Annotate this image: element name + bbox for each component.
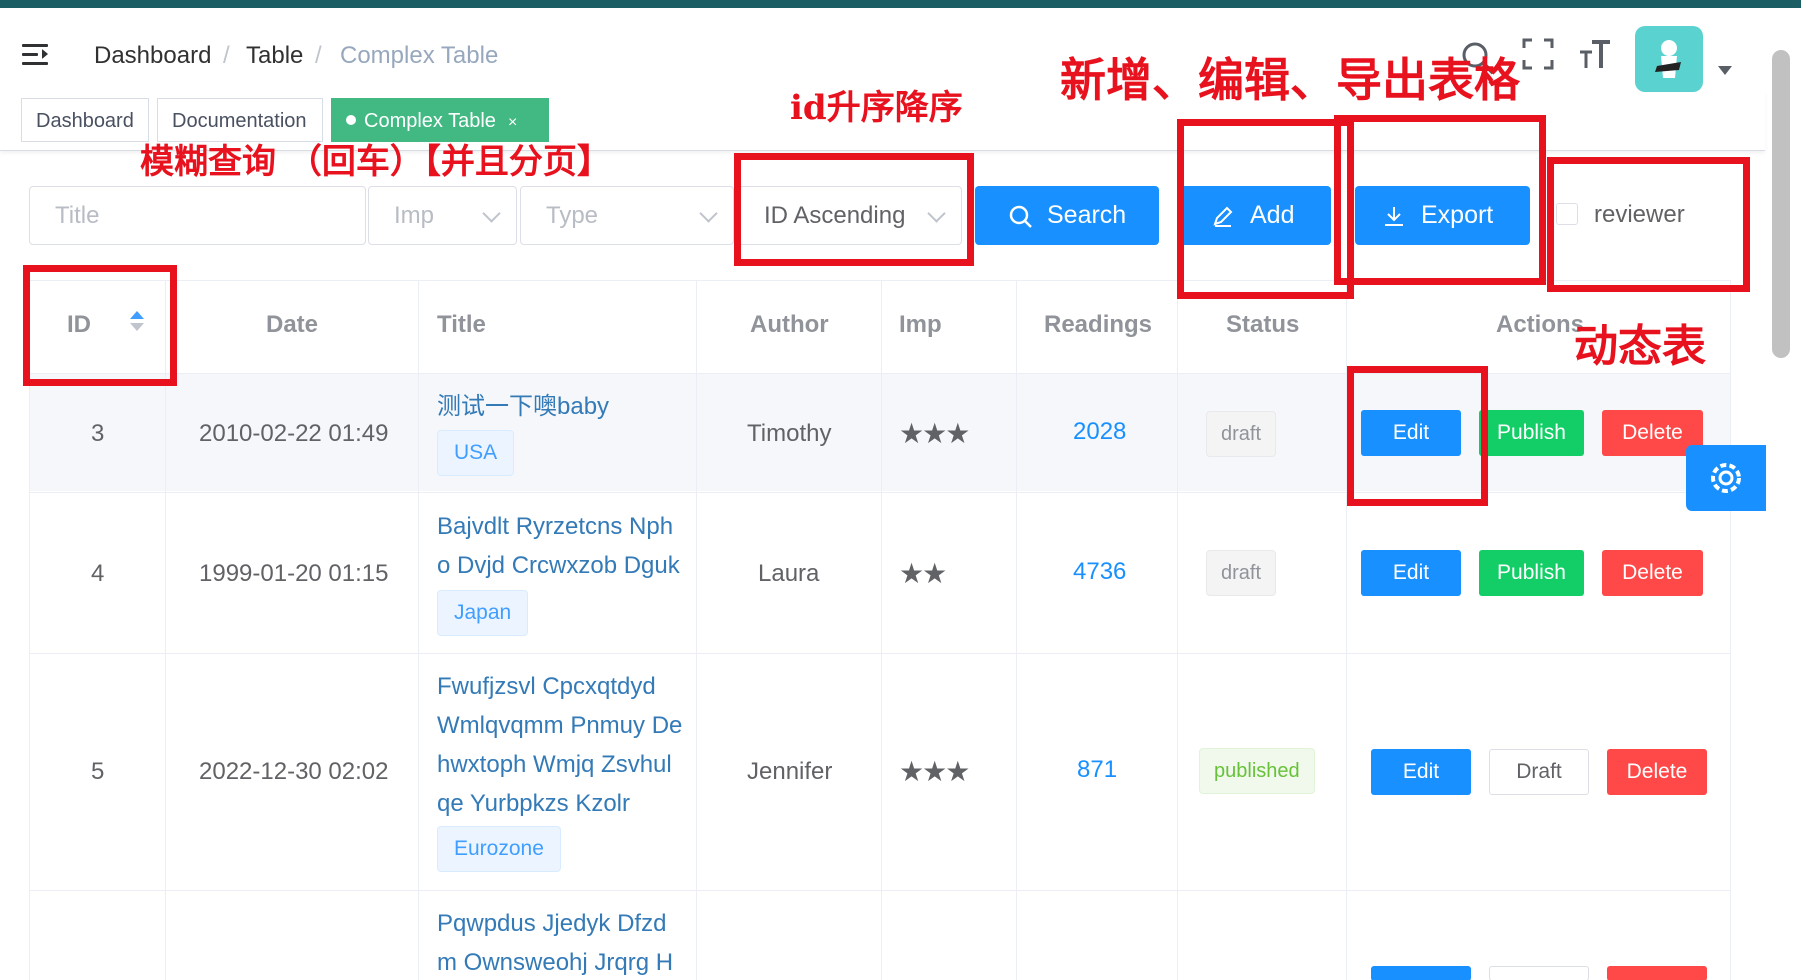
- cell-title-link[interactable]: Pqwpdus Jjedyk Dfzd: [437, 904, 666, 943]
- status-badge: draft: [1206, 411, 1277, 457]
- annotation-box-reviewer: [1547, 157, 1750, 292]
- hamburger-menu-icon[interactable]: [22, 44, 50, 68]
- cell-title-link[interactable]: 测试一下噢baby: [437, 387, 609, 426]
- search-icon: [1009, 205, 1032, 228]
- status-badge: draft: [1206, 550, 1277, 596]
- column-header-imp: Imp: [899, 311, 942, 338]
- publish-button[interactable]: Publish: [1479, 550, 1584, 596]
- breadcrumb-dashboard[interactable]: Dashboard: [94, 42, 211, 70]
- edit-button[interactable]: [1371, 966, 1471, 980]
- cell-title-link[interactable]: Wmlqvqmm Pnmuy De: [437, 706, 682, 745]
- country-tag: USA: [437, 430, 515, 476]
- cell-author: Timothy: [747, 420, 832, 447]
- edit-button[interactable]: Edit: [1371, 749, 1471, 795]
- active-dot-icon: [346, 114, 356, 125]
- breadcrumb-current: Complex Table: [340, 42, 499, 69]
- tag-label: Complex Table: [364, 110, 496, 132]
- column-header-title: Title: [437, 311, 486, 338]
- column-header-readings: Readings: [1044, 311, 1153, 338]
- avatar[interactable]: [1635, 26, 1703, 92]
- cell-author: Laura: [758, 560, 820, 587]
- title-placeholder: Title: [55, 202, 100, 229]
- chevron-down-icon: [699, 204, 718, 223]
- cell-date: 2010-02-22 01:49: [199, 420, 389, 447]
- publish-button[interactable]: Publish: [1479, 410, 1584, 456]
- annotation-box-edit: [1347, 366, 1488, 506]
- importance-stars-icon: ★★★: [899, 756, 970, 787]
- importance-stars-icon: ★★: [899, 558, 947, 589]
- annotation-box-sort: [734, 153, 974, 266]
- annotation-box-export: [1334, 115, 1546, 285]
- cell-title-link[interactable]: o Dvjd Crcwxzob Dguk: [437, 546, 680, 585]
- annotation-fuzzy-search: 模糊查询 （回车）【并且分页】: [140, 142, 611, 182]
- font-size-icon[interactable]: [1578, 36, 1612, 72]
- type-placeholder: Type: [546, 202, 599, 229]
- search-button-label: Search: [1047, 201, 1127, 229]
- column-header-author: Author: [750, 311, 829, 338]
- avatar-image-icon: [1655, 40, 1681, 78]
- breadcrumb-separator: /: [315, 42, 322, 69]
- search-button[interactable]: Search: [975, 186, 1159, 245]
- cell-author: Jennifer: [747, 758, 833, 785]
- delete-button[interactable]: [1607, 966, 1707, 980]
- tag-label: Documentation: [172, 110, 307, 132]
- top-accent-bar: [0, 0, 1801, 8]
- delete-button[interactable]: Delete: [1602, 550, 1703, 596]
- annotation-dynamic-table: 动态表: [1574, 321, 1706, 372]
- cell-title-link[interactable]: qe Yurbpkzs Kzolr: [437, 784, 630, 823]
- settings-button[interactable]: [1686, 445, 1766, 511]
- cell-title-link[interactable]: Fwufjzsvl Cpcxqtdyd: [437, 667, 656, 706]
- column-header-actions: Actions: [1496, 311, 1585, 338]
- cell-date: 2022-12-30 02:02: [199, 758, 389, 785]
- column-header-status: Status: [1226, 311, 1300, 338]
- country-tag: Eurozone: [437, 826, 561, 872]
- edit-button[interactable]: Edit: [1361, 550, 1461, 596]
- draft-button[interactable]: Draft: [1489, 749, 1589, 795]
- cell-title-link[interactable]: hwxtoph Wmjq Zsvhul: [437, 745, 672, 784]
- annotation-box-add: [1177, 119, 1354, 299]
- avatar-dropdown-caret-icon[interactable]: [1718, 66, 1732, 75]
- scrollbar[interactable]: [1772, 50, 1790, 358]
- title-input[interactable]: Title: [29, 186, 366, 245]
- cell-id: 4: [91, 560, 105, 587]
- cell-title-link[interactable]: m Ownsweohj Jrqrg H: [437, 943, 673, 980]
- cell-readings-link[interactable]: 4736: [1073, 552, 1126, 591]
- annotation-add-edit-export: 新增、编辑、导出表格: [1060, 53, 1520, 107]
- tag-label: Dashboard: [36, 110, 134, 132]
- close-icon[interactable]: ×: [508, 114, 517, 131]
- fullscreen-icon[interactable]: [1522, 38, 1554, 70]
- imp-select[interactable]: Imp: [368, 186, 517, 245]
- cell-id: 5: [91, 758, 105, 785]
- status-badge: published: [1199, 748, 1315, 794]
- cell-id: 3: [91, 420, 105, 447]
- cell-title-link[interactable]: Bajvdlt Ryrzetcns Nph: [437, 507, 673, 546]
- draft-button[interactable]: [1489, 966, 1589, 980]
- cell-readings-link[interactable]: 2028: [1073, 412, 1126, 451]
- gear-icon: [1711, 463, 1741, 493]
- country-tag: Japan: [437, 590, 529, 636]
- column-header-date: Date: [266, 311, 319, 338]
- delete-button[interactable]: Delete: [1607, 749, 1707, 795]
- breadcrumb-table[interactable]: Table: [246, 42, 303, 70]
- importance-stars-icon: ★★★: [899, 418, 970, 449]
- chevron-down-icon: [482, 204, 501, 223]
- cell-date: 1999-01-20 01:15: [199, 560, 389, 587]
- annotation-box-id: [23, 265, 177, 386]
- annotation-id-sort: id升序降序: [790, 88, 963, 128]
- imp-placeholder: Imp: [394, 202, 435, 229]
- tag-dashboard[interactable]: Dashboard: [21, 98, 149, 142]
- cell-readings-link[interactable]: 871: [1077, 750, 1117, 789]
- breadcrumb-separator: /: [223, 42, 230, 69]
- type-select[interactable]: Type: [520, 186, 734, 245]
